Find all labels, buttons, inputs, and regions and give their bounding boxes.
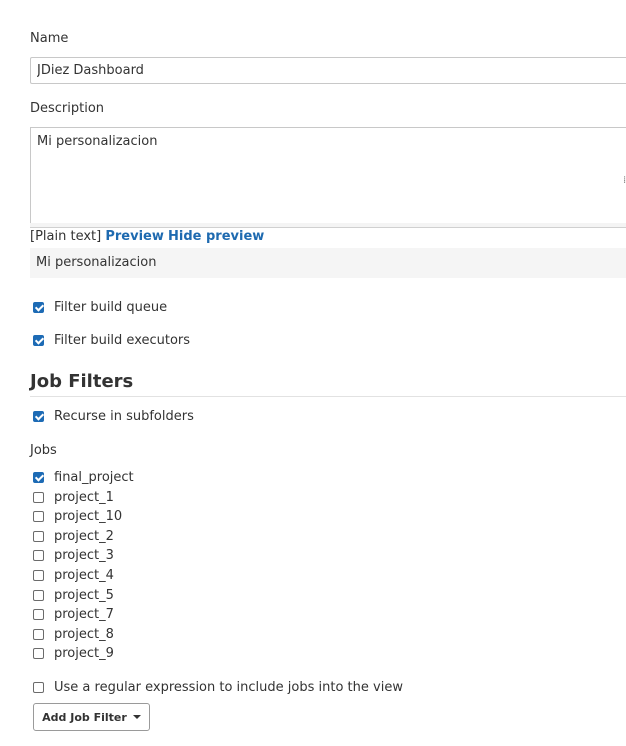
job-label: project_1 — [54, 489, 114, 505]
job-label: project_8 — [54, 626, 114, 642]
job-item[interactable]: project_1 — [33, 488, 114, 506]
job-item[interactable]: project_3 — [33, 546, 114, 564]
filter-build-executors-label: Filter build executors — [54, 332, 191, 348]
job-item[interactable]: project_4 — [33, 566, 114, 584]
filter-build-queue-label: Filter build queue — [54, 299, 168, 315]
job-label: project_5 — [54, 587, 114, 603]
job-label: final_project — [54, 469, 134, 485]
job-item[interactable]: project_5 — [33, 586, 114, 604]
hide-preview-link[interactable]: Hide preview — [168, 229, 264, 244]
add-job-filter-button[interactable]: Add Job Filter — [33, 703, 150, 731]
job-label: project_2 — [54, 528, 114, 544]
job-checkbox[interactable] — [33, 471, 44, 483]
job-checkbox[interactable] — [33, 628, 44, 640]
job-checkbox[interactable] — [33, 647, 44, 659]
job-label: project_10 — [54, 508, 123, 524]
markup-format-label: [Plain text] — [30, 229, 102, 244]
markup-preview-row: [Plain text] Preview Hide preview — [30, 229, 264, 244]
job-label: project_9 — [54, 645, 114, 661]
add-job-filter-label: Add Job Filter — [42, 710, 127, 724]
recurse-subfolders-checkbox[interactable] — [33, 410, 44, 422]
filter-build-executors-option[interactable]: Filter build executors — [33, 331, 190, 349]
job-checkbox[interactable] — [33, 589, 44, 601]
regex-label: Use a regular expression to include jobs… — [54, 679, 403, 695]
jobs-label: Jobs — [30, 443, 57, 458]
job-checkbox[interactable] — [33, 530, 44, 542]
textarea-resize-bar[interactable] — [30, 223, 626, 228]
job-label: project_3 — [54, 547, 114, 563]
regex-option[interactable]: Use a regular expression to include jobs… — [33, 678, 403, 696]
filter-build-queue-option[interactable]: Filter build queue — [33, 298, 167, 316]
job-checkbox[interactable] — [33, 510, 44, 522]
section-divider — [30, 396, 626, 397]
job-filters-heading: Job Filters — [30, 371, 134, 392]
job-label: project_7 — [54, 606, 114, 622]
preview-link[interactable]: Preview — [105, 229, 164, 244]
description-label: Description — [30, 101, 105, 116]
view-config-page: Name Description Mi personalizacion ⁞ [P… — [0, 0, 626, 746]
name-input[interactable] — [30, 57, 626, 84]
job-checkbox[interactable] — [33, 549, 44, 561]
filter-build-queue-checkbox[interactable] — [33, 301, 44, 313]
job-item[interactable]: project_8 — [33, 625, 114, 643]
description-textarea[interactable]: Mi personalizacion — [30, 127, 626, 224]
description-preview: Mi personalizacion — [30, 248, 626, 278]
job-checkbox[interactable] — [33, 491, 44, 503]
recurse-subfolders-option[interactable]: Recurse in subfolders — [33, 407, 194, 425]
name-label: Name — [30, 31, 69, 46]
job-item[interactable]: project_2 — [33, 527, 114, 545]
regex-checkbox[interactable] — [33, 681, 44, 693]
job-checkbox[interactable] — [33, 608, 44, 620]
filter-build-executors-checkbox[interactable] — [33, 334, 44, 346]
recurse-subfolders-label: Recurse in subfolders — [54, 408, 194, 424]
job-label: project_4 — [54, 567, 114, 583]
job-item[interactable]: project_7 — [33, 605, 114, 623]
caret-down-icon — [132, 715, 141, 719]
job-item[interactable]: project_10 — [33, 507, 122, 525]
job-item[interactable]: project_9 — [33, 644, 114, 662]
job-item[interactable]: final_project — [33, 468, 134, 486]
job-checkbox[interactable] — [33, 569, 44, 581]
